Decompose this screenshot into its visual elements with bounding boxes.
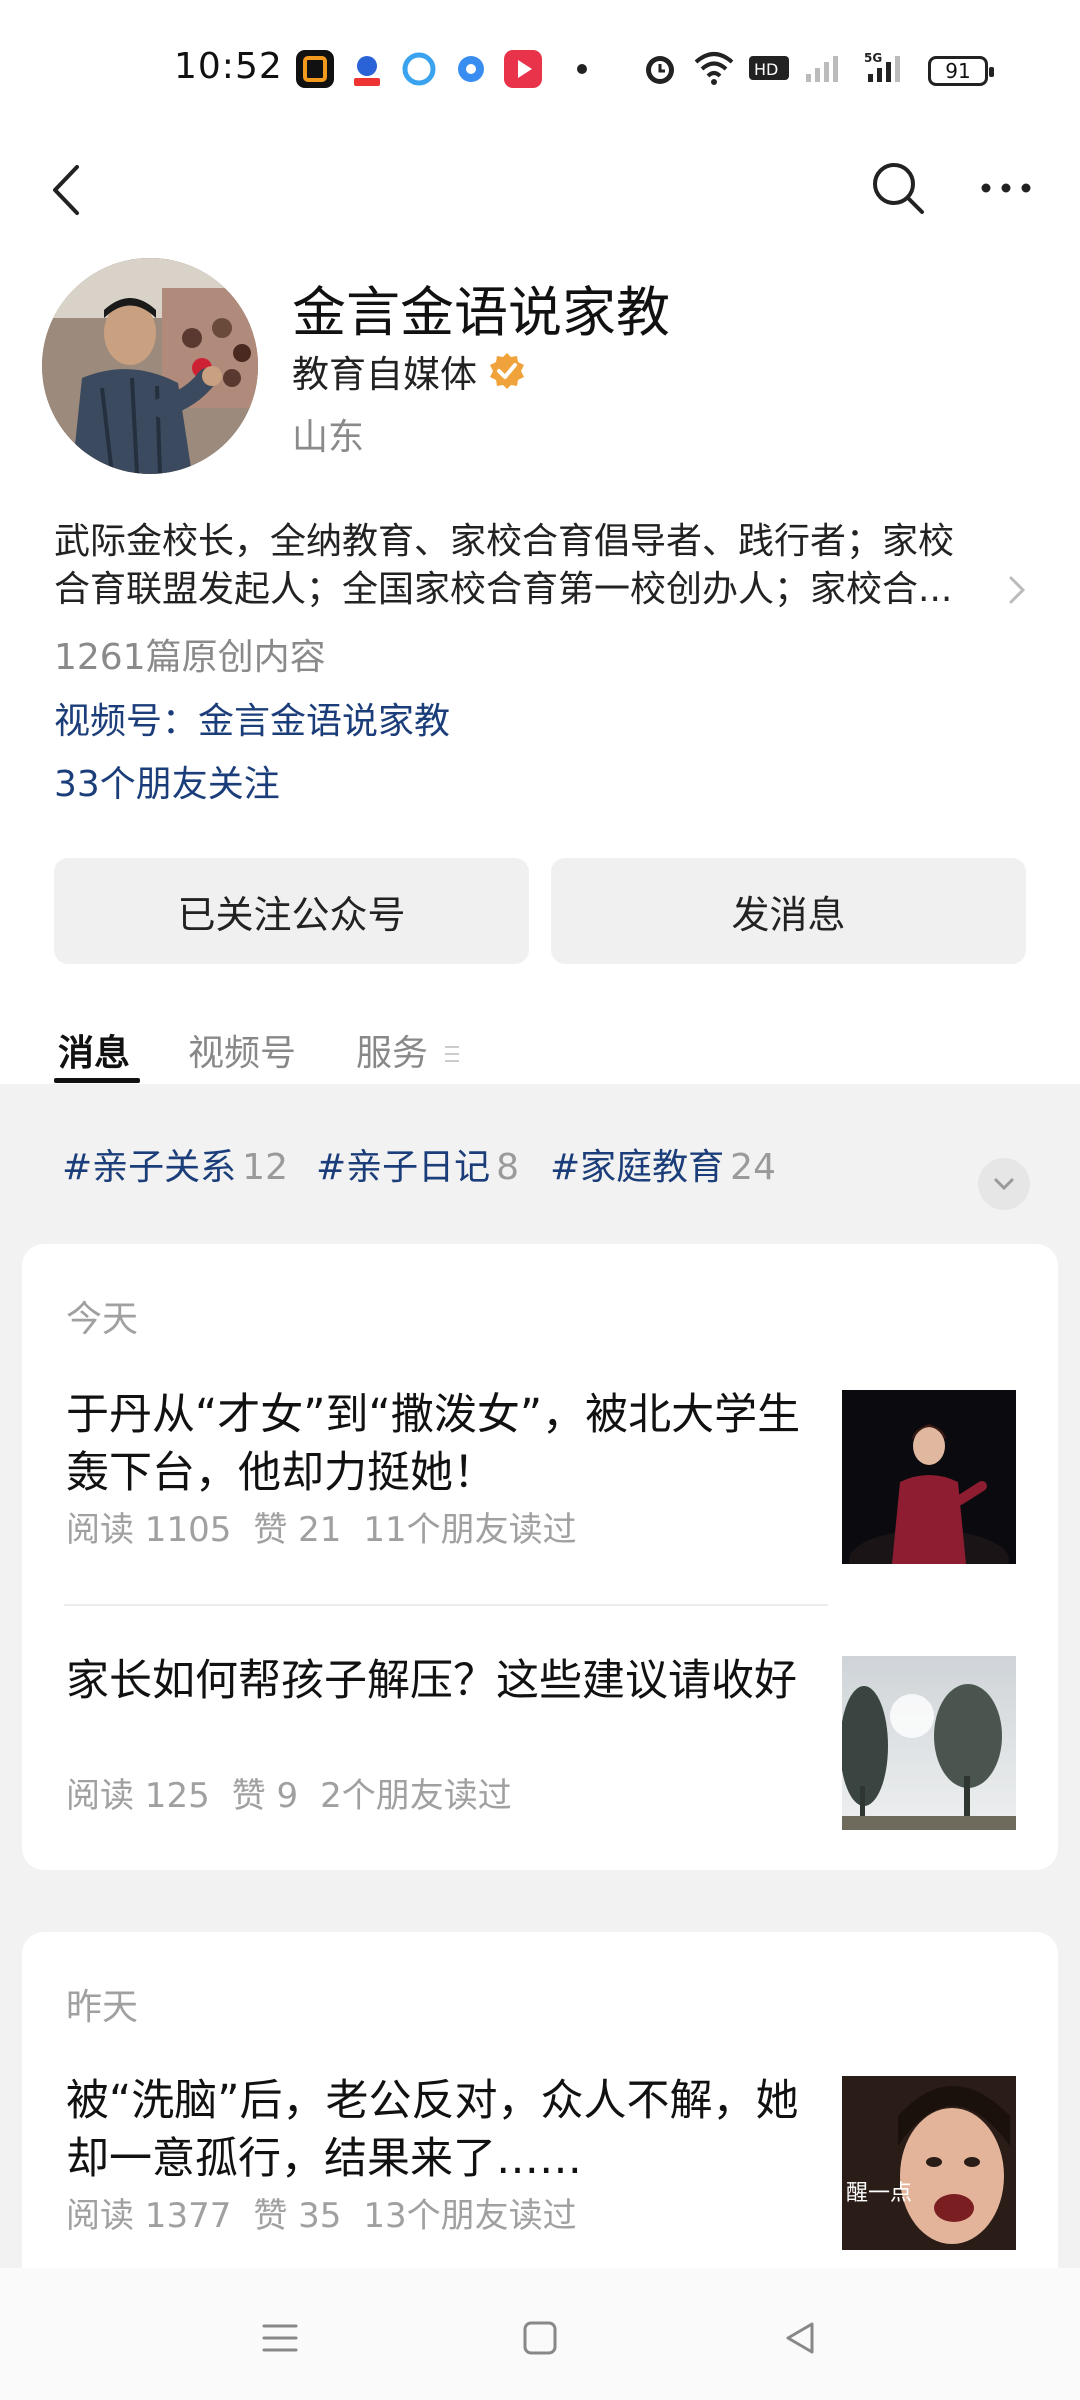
- svg-text:5G: 5G: [864, 51, 882, 65]
- article-friends-read: 2个朋友读过: [320, 1776, 512, 1816]
- wifi-icon: [692, 48, 736, 88]
- more-button[interactable]: [966, 146, 1046, 230]
- status-time: 10:52: [174, 46, 283, 87]
- article-likes: 赞 35: [253, 2196, 342, 2236]
- tab-services-label: 服务: [356, 1033, 429, 1074]
- hd-icon: HD: [748, 48, 790, 88]
- section-date-label: 昨天: [66, 1987, 139, 2028]
- home-square-icon: [523, 2321, 557, 2355]
- friends-following-link[interactable]: 33个朋友关注: [54, 755, 280, 807]
- divider: [64, 1604, 828, 1606]
- article-likes: 赞 9: [231, 1776, 299, 1816]
- battery-icon: 91: [928, 56, 994, 86]
- tab-indicator: [54, 1078, 140, 1083]
- status-bar: 10:52 HD 5G 91: [0, 0, 1080, 140]
- app-notification-icon: [296, 50, 334, 88]
- account-type: 教育自媒体: [292, 344, 527, 398]
- tag-item[interactable]: #亲子日记 8: [316, 1138, 519, 1190]
- verified-badge-icon: [487, 351, 527, 391]
- account-type-label: 教育自媒体: [292, 353, 477, 396]
- svg-text:HD: HD: [754, 60, 778, 79]
- chevron-down-icon: [994, 1178, 1014, 1191]
- article-friends-read: 11个朋友读过: [363, 1510, 577, 1550]
- bio-line-2: 合育联盟发起人；全国家校合育第一校创办人；家校合...: [54, 569, 953, 610]
- article-reads: 阅读 1377: [66, 2196, 232, 2236]
- tag-row: #亲子关系 12 #亲子日记 8 #家庭教育 24: [0, 1120, 1080, 1210]
- video-account-link[interactable]: 视频号：金言金语说家教: [54, 692, 450, 744]
- chevron-right-icon[interactable]: [1002, 570, 1032, 610]
- app-dot-icon: [452, 50, 490, 88]
- account-name: 金言金语说家教: [292, 281, 670, 344]
- article-reads: 阅读 1105: [66, 1510, 232, 1550]
- article-reads: 阅读 125: [66, 1776, 210, 1816]
- more-horizontal-icon: [981, 183, 1031, 193]
- video-app-icon: [504, 50, 542, 88]
- back-button[interactable]: [36, 148, 96, 232]
- bio-line-1: 武际金校长，全纳教育、家校合育倡导者、践行者；家校: [54, 521, 955, 562]
- search-icon: [873, 163, 924, 214]
- 5g-signal-icon: 5G: [862, 48, 910, 88]
- followed-button[interactable]: 已关注公众号: [54, 858, 529, 964]
- menu-icon: [445, 1046, 460, 1062]
- triangle-back-icon: [786, 2322, 814, 2354]
- tab-channels[interactable]: 视频号: [188, 1024, 296, 1076]
- menu-icon: [262, 2324, 298, 2352]
- message-list-area: #亲子关系 12 #亲子日记 8 #家庭教育 24 今天 于丹从“才女”到“撒泼女”，…: [0, 1084, 1080, 2332]
- article-thumbnail[interactable]: 醒一点: [842, 2076, 1016, 2250]
- expand-tags-button[interactable]: [978, 1158, 1030, 1210]
- article-thumbnail[interactable]: [842, 1390, 1016, 1564]
- article-friends-read: 13个朋友读过: [363, 2196, 577, 2236]
- location: 山东: [292, 417, 365, 458]
- qq-browser-icon: [400, 50, 438, 88]
- home-button[interactable]: [510, 2308, 570, 2368]
- original-articles-count: 1261篇原创内容: [54, 637, 326, 678]
- signal-icon: [802, 48, 842, 88]
- article-likes: 赞 21: [253, 1510, 342, 1550]
- bio[interactable]: 武际金校长，全纳教育、家校合育倡导者、践行者；家校 合育联盟发起人；全国家校合育…: [54, 518, 1014, 614]
- recent-apps-button[interactable]: [250, 2308, 310, 2368]
- baidu-icon: [348, 50, 386, 88]
- system-navigation-bar: [0, 2268, 1080, 2400]
- thumbnail-caption: 醒一点: [846, 2181, 912, 2206]
- chevron-left-icon: [53, 165, 79, 215]
- article-title[interactable]: 被“洗脑”后，老公反对，众人不解，她却一意孤行，结果来了……: [66, 2072, 826, 2188]
- dot-icon: [566, 50, 604, 88]
- article-thumbnail[interactable]: [842, 1656, 1016, 1830]
- tab-bar: 消息 视频号 服务: [0, 1010, 1080, 1086]
- top-nav-bar: [0, 140, 1080, 250]
- tag-item[interactable]: #家庭教育 24: [550, 1138, 776, 1190]
- section-date-label: 今天: [66, 1299, 139, 1340]
- tag-item[interactable]: #亲子关系 12: [62, 1138, 288, 1190]
- system-back-button[interactable]: [770, 2308, 830, 2368]
- avatar[interactable]: [42, 258, 258, 474]
- article-meta: 阅读 125 赞 9 2个朋友读过: [66, 1768, 534, 1817]
- send-message-button[interactable]: 发消息: [551, 858, 1026, 964]
- article-title[interactable]: 家长如何帮孩子解压？这些建议请收好: [66, 1652, 826, 1710]
- article-title[interactable]: 于丹从“才女”到“撒泼女”，被北大学生轰下台，他却力挺她！: [66, 1386, 826, 1502]
- alarm-icon: [640, 48, 680, 88]
- tab-messages[interactable]: 消息: [58, 1024, 130, 1076]
- section-card-today: 今天 于丹从“才女”到“撒泼女”，被北大学生轰下台，他却力挺她！ 阅读 1105…: [22, 1244, 1058, 1870]
- article-meta: 阅读 1105 赞 21 11个朋友读过: [66, 1502, 599, 1551]
- article-meta: 阅读 1377 赞 35 13个朋友读过: [66, 2188, 599, 2237]
- tab-services[interactable]: 服务: [356, 1024, 461, 1076]
- search-button[interactable]: [858, 146, 938, 230]
